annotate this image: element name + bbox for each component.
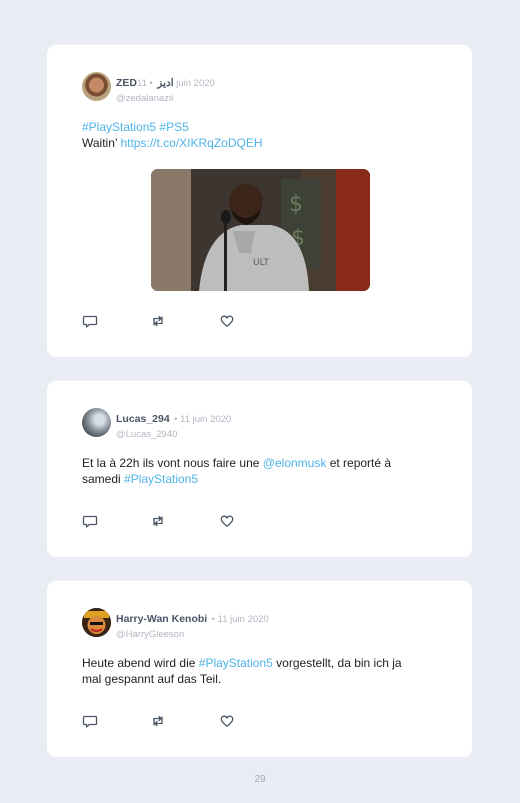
reply-icon[interactable] [82, 513, 98, 529]
tweet-text: #PlayStation5 #PS5 Waitin’ https://t.co/… [82, 120, 442, 151]
tweet-card-1: ZEDاديز • 11 juin 2020 @zedalanazii #Pla… [47, 45, 472, 357]
tweet-text: Heute abend wird die #PlayStation5 vorge… [82, 656, 442, 687]
tweet-text-span: et reporté à [329, 456, 392, 470]
hashtag-link[interactable]: #PlayStation5 [82, 120, 156, 134]
retweet-icon[interactable] [150, 513, 166, 529]
hashtag-link[interactable]: #PlayStation5 [124, 472, 198, 486]
tweet-text-span: samedi [82, 471, 121, 486]
hashtag-link[interactable]: #PS5 [159, 120, 188, 134]
author-name[interactable]: Lucas_294 [116, 413, 170, 425]
like-icon[interactable] [219, 313, 235, 329]
avatar[interactable] [82, 408, 111, 437]
page-number: 29 [254, 774, 266, 785]
tweet-date[interactable]: • 11 juin 2020 [137, 78, 215, 89]
tweet-text-span: Et la à 22h ils vont nous faire une [82, 456, 260, 470]
avatar-image [82, 608, 111, 637]
tweet-text: Et la à 22h ils vont nous faire une @elo… [82, 456, 442, 487]
reply-icon[interactable] [82, 313, 98, 329]
author-handle[interactable]: @Lucas_2940 [116, 429, 231, 440]
tweet-text-span: Heute abend wird die [82, 656, 196, 670]
reply-icon[interactable] [82, 713, 98, 729]
tweet-text-span: vorgestellt, da bin ich ja [276, 656, 402, 670]
avatar[interactable] [82, 608, 111, 637]
mention-link[interactable]: @elonmusk [263, 456, 327, 470]
tweet-text-span: Waitin’ [82, 135, 118, 150]
like-icon[interactable] [219, 513, 235, 529]
hashtag-link[interactable]: #PlayStation5 [199, 656, 273, 670]
svg-text:$: $ [289, 192, 303, 217]
svg-text:ULT: ULT [253, 258, 269, 268]
author-handle[interactable]: @HarryGleeson [116, 629, 269, 640]
avatar[interactable] [82, 72, 111, 101]
retweet-icon[interactable] [150, 313, 166, 329]
media-photo: $ $ ULT [151, 169, 370, 291]
author-handle[interactable]: @zedalanazii [116, 93, 215, 104]
tweet-text-span: mal gespannt auf das Teil. [82, 671, 222, 686]
tweet-media[interactable]: $ $ ULT [151, 169, 370, 291]
like-icon[interactable] [219, 713, 235, 729]
url-link[interactable]: https://t.co/XIKRqZoDQEH [120, 136, 262, 150]
retweet-icon[interactable] [150, 713, 166, 729]
author-name[interactable]: Harry-Wan Kenobi [116, 613, 207, 625]
tweet-card-3: Harry-Wan Kenobi • 11 juin 2020 @HarryGl… [47, 581, 472, 757]
tweet-date[interactable]: • 11 juin 2020 [212, 614, 269, 625]
tweet-date[interactable]: • 11 juin 2020 [174, 414, 231, 425]
tweet-card-2: Lucas_294 • 11 juin 2020 @Lucas_2940 Et … [47, 381, 472, 557]
